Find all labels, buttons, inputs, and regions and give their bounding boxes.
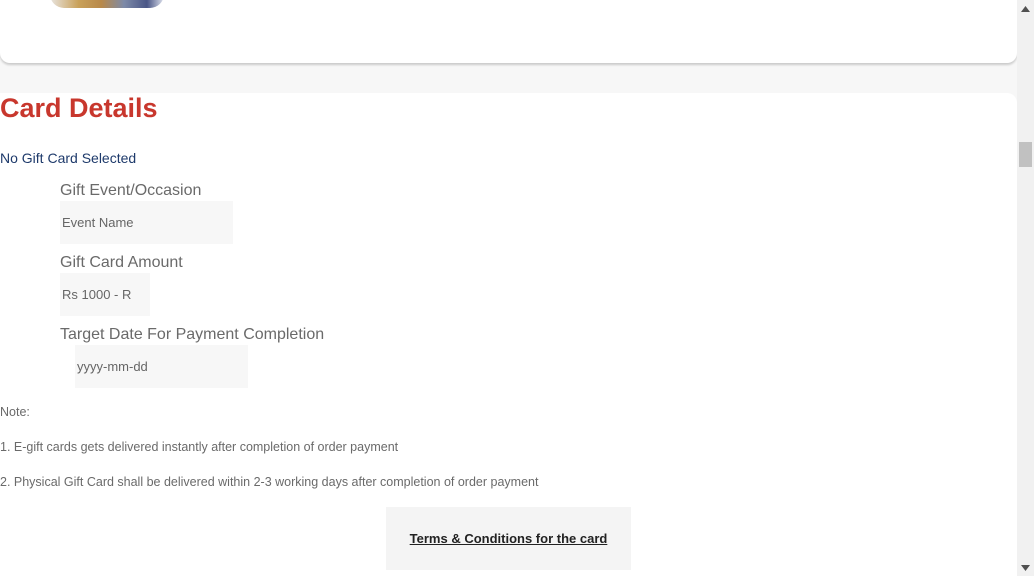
amount-label: Gift Card Amount (60, 254, 183, 271)
event-name-input[interactable] (60, 201, 233, 244)
gift-card-thumbnail[interactable] (50, 0, 164, 8)
vertical-scrollbar[interactable] (1017, 0, 1034, 576)
occasion-label: Gift Event/Occasion (60, 182, 202, 199)
note-heading: Note: (0, 405, 30, 419)
gift-amount-input[interactable] (60, 273, 150, 316)
target-date-label: Target Date For Payment Completion (60, 326, 325, 343)
chevron-up-icon[interactable] (1017, 0, 1034, 17)
note-item: 2. Physical Gift Card shall be delivered… (0, 475, 539, 489)
chevron-down-icon[interactable] (1017, 559, 1034, 576)
page-viewport: Card Details No Gift Card Selected Gift … (0, 0, 1034, 576)
selection-status: No Gift Card Selected (0, 150, 137, 166)
scrollbar-thumb[interactable] (1019, 142, 1032, 167)
terms-conditions-link[interactable]: Terms & Conditions for the card (410, 531, 608, 546)
target-date-input[interactable] (75, 345, 248, 388)
gift-card-preview-panel (0, 0, 1017, 63)
card-details-panel: Card Details No Gift Card Selected Gift … (0, 93, 1017, 576)
note-item: 1. E-gift cards gets delivered instantly… (0, 440, 399, 454)
section-title: Card Details (0, 93, 158, 123)
terms-container: Terms & Conditions for the card (386, 507, 631, 570)
